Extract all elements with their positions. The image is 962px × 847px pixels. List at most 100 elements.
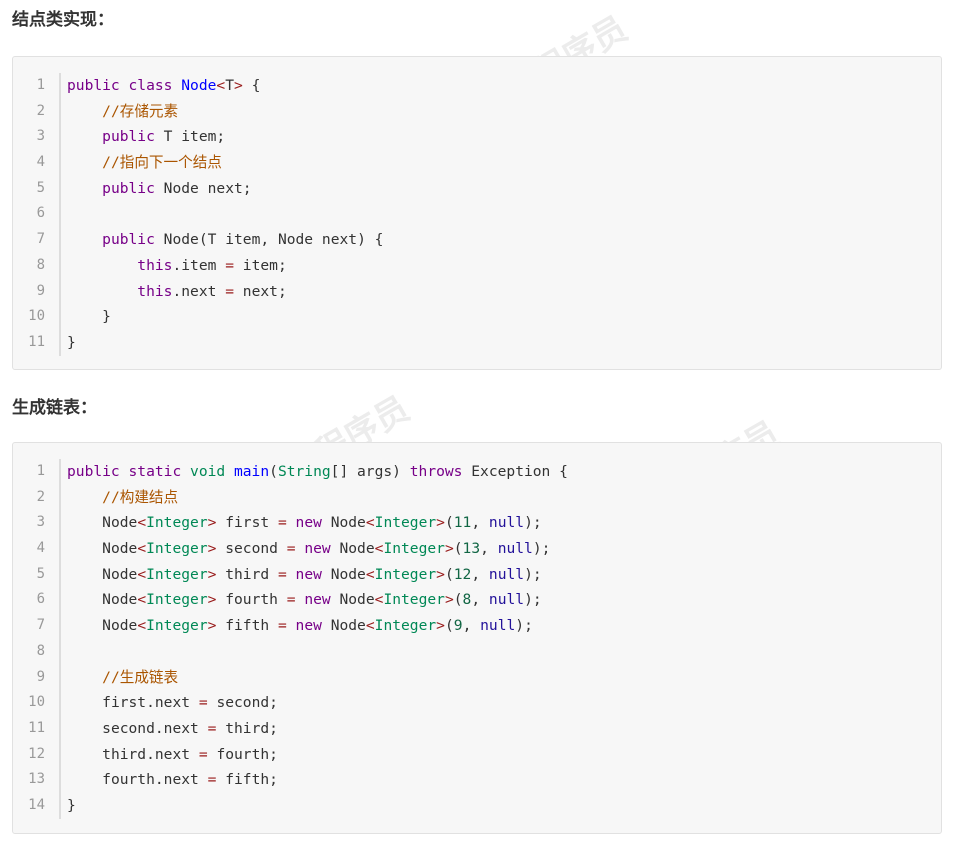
code-line: Node<Integer> second = new Node<Integer>… <box>67 536 568 562</box>
code-line: } <box>67 304 383 330</box>
section-heading-node-impl: 结点类实现： <box>12 10 114 30</box>
code-token-punct <box>199 771 208 788</box>
line-number: 10 <box>28 694 45 711</box>
code-token-punct: . <box>172 256 182 274</box>
line-number: 7 <box>36 617 45 634</box>
code-token-keyword: public <box>67 77 120 94</box>
code-token-keyword: static <box>128 463 182 480</box>
code-token-keyword: public <box>102 179 155 197</box>
code-token-punct <box>67 540 102 557</box>
code-token-punct <box>155 128 164 145</box>
code-token-atom: null <box>488 565 525 583</box>
code-token-type: Integer <box>146 514 208 532</box>
code-token-comment: //生成链表 <box>102 668 179 686</box>
code-token-atom: null <box>497 540 533 558</box>
code-token-punct: ; <box>269 694 278 712</box>
code-token-variable: fourth <box>225 591 278 609</box>
code-token-variable: Node <box>330 514 366 532</box>
code-token-keyword: new <box>304 591 331 609</box>
code-token-punct: ; <box>277 256 287 274</box>
code-token-variable: fourth <box>216 745 270 763</box>
code-token-comment: //存储元素 <box>102 102 179 120</box>
code-token-punct <box>155 231 164 248</box>
code-line: public Node(T item, Node next) { <box>67 227 383 253</box>
code-token-comment: //指向下一个结点 <box>102 154 222 172</box>
code-token-punct: ( <box>444 617 454 635</box>
code-token-punct <box>216 257 225 274</box>
line-number: 12 <box>28 745 45 762</box>
code-token-keyword: public <box>67 463 120 480</box>
code-token-operator: > <box>436 514 445 532</box>
code-token-punct <box>67 643 76 660</box>
code-token-punct <box>322 617 331 634</box>
code-token-punct: } <box>67 308 111 326</box>
code-token-punct: ( <box>453 540 463 558</box>
line-number: 2 <box>36 102 45 119</box>
code-line: //指向下一个结点 <box>67 150 383 176</box>
code-line: public static void main(String[] args) t… <box>67 459 568 485</box>
code-token-def: Node <box>181 77 217 94</box>
code-line: this.item = item; <box>67 253 383 279</box>
code-token-operator: = <box>277 514 287 532</box>
code-token-punct: ; <box>216 128 226 146</box>
code-token-punct <box>216 283 225 300</box>
code-token-atom: null <box>480 617 516 635</box>
code-token-operator: = <box>225 256 234 274</box>
code-token-punct <box>216 720 225 737</box>
code-token-punct <box>67 720 102 737</box>
code-token-keyword: this <box>137 282 173 300</box>
code-token-type: Integer <box>146 591 208 609</box>
code-token-punct <box>67 694 102 711</box>
code-token-operator: = <box>277 617 287 635</box>
code-token-punct <box>120 463 129 480</box>
code-token-punct: . <box>172 282 182 300</box>
code-token-punct <box>269 617 278 634</box>
code-token-punct <box>67 257 137 274</box>
code-token-operator: = <box>198 694 208 712</box>
code-token-variable: Node <box>102 591 138 609</box>
line-number-gutter: 1 2 3 4 5 6 7 8 9 10 11 12 13 14 <box>13 459 61 819</box>
code-token-variable: item <box>181 256 217 274</box>
code-token-punct <box>269 514 278 531</box>
line-number: 9 <box>36 668 45 685</box>
code-token-punct: , <box>471 514 489 532</box>
code-line: first.next = second; <box>67 690 568 716</box>
code-line: public T item; <box>67 124 383 150</box>
code-token-punct: ; <box>242 179 252 197</box>
code-block-node-class[interactable]: 1 2 3 4 5 6 7 8 9 10 11 public class Node<T> { //存… <box>12 56 942 370</box>
code-lines[interactable]: public static void main(String[] args) t… <box>61 459 568 819</box>
code-token-punct <box>67 566 102 583</box>
code-token-punct <box>322 566 331 583</box>
code-token-punct <box>120 77 129 94</box>
code-token-punct <box>67 514 102 531</box>
code-token-punct: ); <box>532 540 551 558</box>
code-token-operator: > <box>234 77 243 94</box>
code-line <box>67 639 568 665</box>
code-token-punct <box>287 514 296 531</box>
code-token-punct <box>67 180 102 197</box>
code-token-variable: Node <box>330 565 366 583</box>
line-number: 14 <box>28 796 45 813</box>
code-token-keyword: public <box>102 231 155 249</box>
code-token-punct <box>216 566 225 583</box>
line-number: 13 <box>28 771 45 788</box>
code-token-punct <box>225 463 234 480</box>
code-block-build-list[interactable]: 1 2 3 4 5 6 7 8 9 10 11 12 13 14 public static void m… <box>12 442 942 834</box>
code-token-variable: Node <box>102 617 138 635</box>
code-token-operator: < <box>365 514 375 532</box>
code-token-punct: ; <box>277 282 287 300</box>
code-token-number: 13 <box>462 540 481 558</box>
code-token-variable: third <box>102 745 147 763</box>
code-token-variable: next <box>242 282 278 300</box>
code-token-comment: //构建结点 <box>102 488 179 506</box>
code-lines[interactable]: public class Node<T> { //存储元素 public T i… <box>61 73 383 356</box>
code-token-punct <box>199 720 208 737</box>
code-line: //构建结点 <box>67 485 568 511</box>
code-token-variable: third <box>225 719 270 737</box>
code-token-operator: = <box>286 540 296 558</box>
code-token-punct <box>234 283 243 300</box>
code-token-type: Integer <box>146 540 208 558</box>
code-token-keyword: new <box>295 617 322 635</box>
code-token-variable: Node <box>277 231 314 249</box>
code-line: } <box>67 793 568 819</box>
